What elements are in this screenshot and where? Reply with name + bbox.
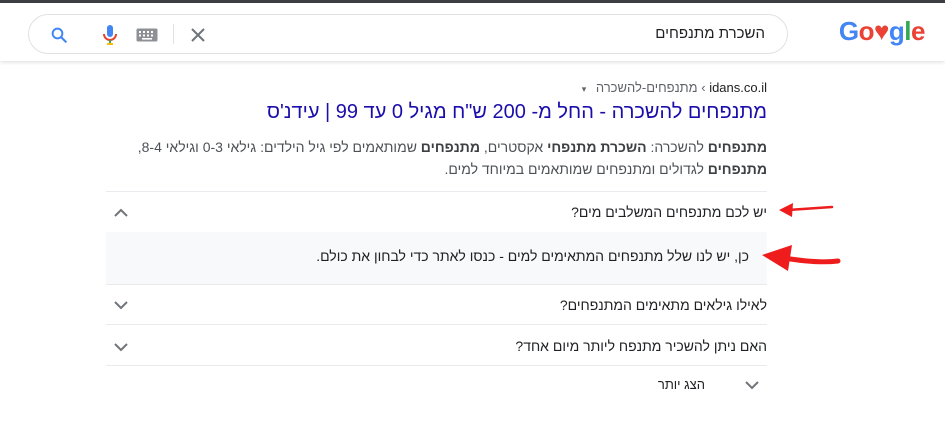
- show-more-button[interactable]: הצג יותר: [106, 366, 767, 404]
- logo-letter: l: [904, 16, 912, 46]
- logo-letter: e: [911, 16, 925, 46]
- search-icon[interactable]: [48, 24, 70, 46]
- search-input[interactable]: השכרת מתנפחים: [655, 25, 765, 42]
- result-domain: idans.co.il: [709, 80, 767, 95]
- chevron-down-icon: [745, 381, 759, 390]
- faq-question[interactable]: יש לכם מתנפחים המשלבים מים?: [571, 204, 767, 220]
- faq-item-1[interactable]: יש לכם מתנפחים המשלבים מים?: [106, 191, 767, 233]
- chevron-up-icon[interactable]: [114, 206, 128, 220]
- snippet-text: שמותאמים לפי גיל הילדים: גילאי 0-3 וגילא…: [137, 139, 421, 155]
- snippet-keyword: מתנפחים: [420, 139, 481, 155]
- snippet-text: לגדולים ומתנפחים שמותאמים במיוחד למים.: [444, 161, 708, 177]
- google-logo[interactable]: Go♥gle: [838, 16, 926, 47]
- clear-icon[interactable]: [187, 24, 209, 46]
- logo-letter: o: [858, 16, 875, 46]
- toolbar-divider: [173, 24, 174, 44]
- faq-answer: כן, יש לנו שלל מתנפחים המתאימים למים - כ…: [106, 232, 767, 284]
- faq-question[interactable]: האם ניתן להשכיר מתנפח ליותר מיום אחד?: [515, 338, 767, 354]
- result-menu-arrow-icon[interactable]: ▾: [582, 84, 587, 94]
- faq-answer-text: כן, יש לנו שלל מתנפחים המתאימים למים - כ…: [316, 248, 749, 264]
- snippet-line-1: מתנפחים להשכרה: השכרת מתנפחי אקסטרים, מת…: [106, 136, 767, 158]
- result-path: מתנפחים-להשכרה: [595, 80, 698, 95]
- keyboard-icon[interactable]: [135, 24, 159, 46]
- logo-letter: G: [838, 16, 859, 46]
- chevron-down-icon[interactable]: [114, 298, 128, 312]
- snippet-line-2: מתנפחים לגדולים ומתנפחים שמותאמים במיוחד…: [106, 158, 767, 180]
- search-header: השכרת מתנפחים Go♥gle: [0, 3, 945, 61]
- snippet-keyword: מתנפחים: [707, 161, 767, 177]
- search-box[interactable]: השכרת מתנפחים: [28, 14, 788, 54]
- faq-item-2[interactable]: לאילו גילאים מתאימים המתנפחים?: [106, 284, 767, 325]
- snippet-text: אקסטרים,: [480, 139, 548, 155]
- show-more-label: הצג יותר: [657, 377, 705, 392]
- chevron-down-icon[interactable]: [114, 340, 128, 354]
- faq-question[interactable]: לאילו גילאים מתאימים המתנפחים?: [560, 297, 767, 313]
- snippet-text: להשכרה:: [646, 139, 708, 155]
- logo-heart-icon: ♥: [873, 16, 889, 46]
- result-snippet: מתנפחים להשכרה: השכרת מתנפחי אקסטרים, מת…: [106, 136, 767, 180]
- faq-item-3[interactable]: האם ניתן להשכיר מתנפח ליותר מיום אחד?: [106, 324, 767, 366]
- annotation-arrow-icon: [762, 245, 841, 271]
- logo-letter: g: [888, 16, 905, 46]
- result-title[interactable]: מתנפחים להשכרה - החל מ- 200 ש"ח מגיל 0 ע…: [267, 101, 767, 124]
- annotation-arrow-icon: [779, 203, 834, 217]
- breadcrumb-separator: ›: [701, 80, 706, 95]
- snippet-keyword: מתנפחים: [707, 139, 767, 155]
- microphone-icon[interactable]: [99, 24, 121, 46]
- result-url[interactable]: idans.co.il › מתנפחים-להשכרה ▾: [582, 80, 767, 95]
- snippet-keyword: השכרת מתנפחי: [547, 139, 647, 155]
